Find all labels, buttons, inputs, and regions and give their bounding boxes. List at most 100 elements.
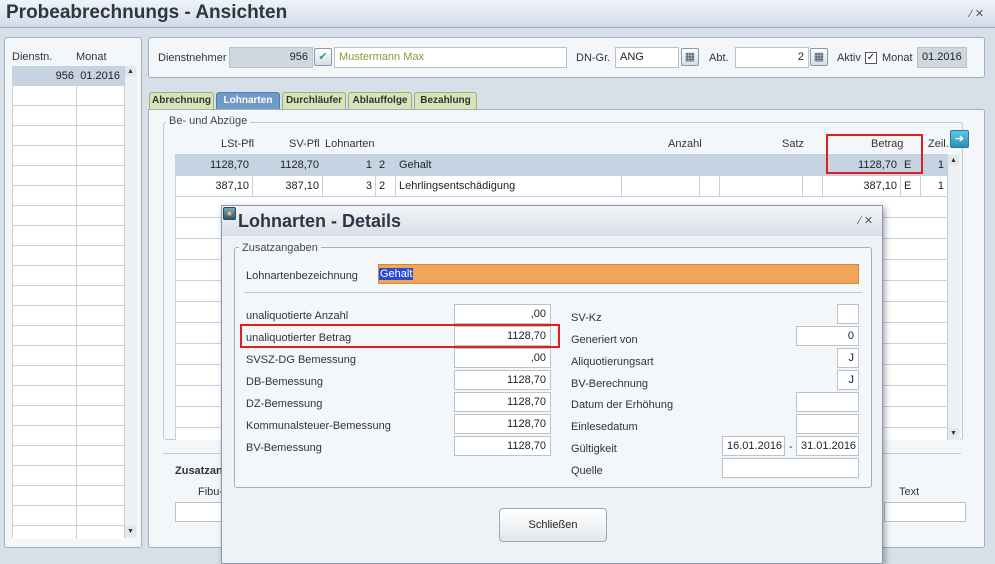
tab-abrechnung[interactable]: Abrechnung [149,92,214,109]
kommunalsteuer-bemessung-label: Kommunalsteuer-Bemessung [246,420,391,432]
table-scrollbar[interactable]: ▲ ▼ [947,154,960,440]
cell-lohnart-sub: 2 [376,176,396,197]
cell-zeil: 1 [921,155,948,176]
betrag-highlight-annotation [240,324,560,348]
tab-bezahlung[interactable]: Bezahlung [414,92,477,109]
table-row[interactable]: 387,10 387,10 3 2 Lehrlingsentschädigung… [176,176,948,197]
list-scrollbar[interactable]: ▲ ▼ [124,66,137,538]
cell-zeil: 1 [921,176,948,197]
abt-label: Abt. [709,52,729,64]
svkz-field[interactable] [837,304,859,324]
calendar-icon[interactable]: ▦ [810,48,828,66]
bv-berechnung-field[interactable]: J [837,370,859,390]
close-button[interactable]: Schließen [499,508,607,542]
zusatzangaben-group: Zusatzangaben Lohnartenbezeichnung Gehal… [234,242,872,488]
zusatzangaben-title: Zusatzangaben [239,242,321,254]
col-header-anzahl: Anzahl [668,138,702,150]
dialog-controls-icon[interactable]: ∕ ✕ [859,214,873,227]
scroll-down-icon[interactable]: ▼ [948,428,959,439]
employee-list-grid: 956 01.2016 [12,66,125,539]
svsz-dg-bemessung-field[interactable]: ,00 [454,348,551,368]
cell-sv-pfl: 1128,70 [253,155,323,176]
cell-lst-pfl: 1128,70 [176,155,253,176]
tab-ablauffolge[interactable]: Ablauffolge [348,92,412,109]
bv-bemessung-field[interactable]: 1128,70 [454,436,551,456]
abt-field[interactable]: 2 [735,47,809,68]
window-controls-icon[interactable]: ∕ ✕ [970,7,984,20]
dz-bemessung-label: DZ-Bemessung [246,398,323,410]
list-empty-rows [13,86,125,539]
list-cell-monat[interactable]: 01.2016 [77,67,125,86]
checkmark-icon[interactable]: ✔ [314,48,332,66]
cell-sv-pfl: 387,10 [253,176,323,197]
text-field[interactable] [884,502,966,522]
dialog-title: Lohnarten - Details [238,211,402,231]
dngr-field[interactable]: ANG [615,47,679,68]
col-header-dienstn: Dienstn. [12,51,53,63]
db-bemessung-field[interactable]: 1128,70 [454,370,551,390]
bv-berechnung-label: BV-Berechnung [571,378,649,390]
quelle-field[interactable] [722,458,859,478]
fibu-label: Fibu- [198,486,224,498]
aliquotierungsart-field[interactable]: J [837,348,859,368]
quelle-label: Quelle [571,465,603,477]
gueltigkeit-from-field[interactable]: 16.01.2016 [722,436,785,456]
cell-empty [803,155,823,176]
export-arrow-icon[interactable]: ➔ [950,130,969,148]
cell-empty [700,155,720,176]
bv-bemessung-label: BV-Bemessung [246,442,322,454]
kommunalsteuer-bemessung-field[interactable]: 1128,70 [454,414,551,434]
list-cell-dienstn[interactable]: 956 [13,67,77,86]
cell-anzahl [622,155,700,176]
app-icon: ★ [223,207,236,220]
aktiv-label: Aktiv [837,52,861,64]
lohnartenbezeichnung-label: Lohnartenbezeichnung [246,270,358,282]
cell-anzahl [622,176,700,197]
dialog-title-bar: ★ Lohnarten - Details ∕ ✕ [222,206,882,236]
dienstnehmer-label: Dienstnehmer [158,52,227,64]
datum-erhoehung-field[interactable] [796,392,859,412]
monat-field[interactable]: 01.2016 [917,47,967,68]
window-title: Probeabrechnungs - Ansichten [6,2,288,23]
scroll-down-icon[interactable]: ▼ [125,526,136,537]
tab-lohnarten[interactable]: Lohnarten [216,92,280,109]
fibu-field[interactable] [175,502,223,522]
dz-bemessung-field[interactable]: 1128,70 [454,392,551,412]
cell-lst-pfl: 387,10 [176,176,253,197]
scroll-up-icon[interactable]: ▲ [948,155,959,166]
calendar-icon[interactable]: ▦ [681,48,699,66]
dienstnehmer-number-field[interactable]: 956 [229,47,313,68]
generiert-von-field[interactable]: 0 [796,326,859,346]
lohnartenbezeichnung-field[interactable]: Gehalt [378,264,859,284]
cell-empty [803,176,823,197]
aliquotierungsart-label: Aliquotierungsart [571,356,654,368]
cell-lohnart-nr: 3 [323,176,376,197]
gueltigkeit-separator: - [789,441,793,453]
divider [244,292,862,293]
unaliquotierte-anzahl-field[interactable]: ,00 [454,304,551,324]
lohnartenbezeichnung-value: Gehalt [379,268,414,280]
datum-erhoehung-label: Datum der Erhöhung [571,399,674,411]
col-header-lst-pfl: LSt-Pfl [221,138,255,150]
scroll-up-icon[interactable]: ▲ [125,66,136,77]
tab-durchlaeufer[interactable]: Durchläufer [282,92,346,109]
employee-header-panel: Dienstnehmer 956 ✔ Mustermann Max DN-Gr.… [148,37,985,78]
cell-satz [720,176,803,197]
gueltigkeit-label: Gültigkeit [571,443,617,455]
gueltigkeit-to-field[interactable]: 31.01.2016 [796,436,859,456]
col-header-sv-pfl: SV-Pfl [289,138,320,150]
generiert-von-label: Generiert von [571,334,638,346]
dngr-label: DN-Gr. [576,52,611,64]
cell-lohnart-sub: 2 [376,155,396,176]
einlesedatum-label: Einlesedatum [571,421,638,433]
lohnarten-details-dialog: ★ Lohnarten - Details ∕ ✕ Zusatzangaben … [221,205,883,564]
cell-bezeichnung: Lehrlingsentschädigung [396,176,622,197]
cell-bezeichnung: Gehalt [396,155,622,176]
betrag-highlight-annotation [826,134,923,174]
monat-label: Monat [882,52,913,64]
db-bemessung-label: DB-Bemessung [246,376,324,388]
cell-empty [700,176,720,197]
aktiv-checkbox[interactable]: ✓ [865,52,877,64]
dienstnehmer-name-field[interactable]: Mustermann Max [334,47,567,68]
einlesedatum-field[interactable] [796,414,859,434]
